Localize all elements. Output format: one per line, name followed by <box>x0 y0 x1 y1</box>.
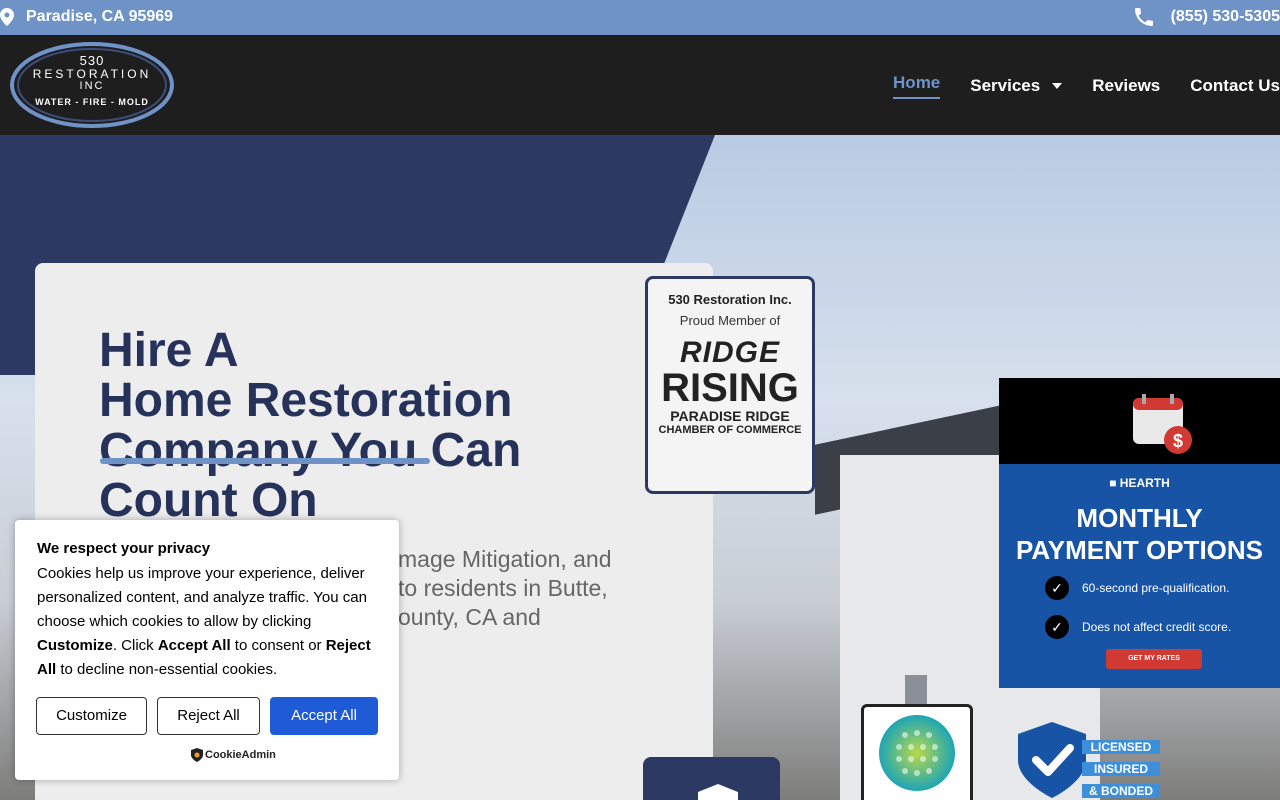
hearth-title-line-1: MONTHLY <box>1076 503 1203 533</box>
globe-icon <box>879 715 955 791</box>
headline-line-2: Home Restoration <box>99 374 513 427</box>
hearth-brand: ■ HEARTH <box>999 476 1280 490</box>
hearth-bullet-2: ✓ Does not affect credit score. <box>1045 615 1231 639</box>
partial-badge-left <box>643 757 780 800</box>
globe-certification-badge <box>861 704 973 800</box>
hearth-title: MONTHLY PAYMENT OPTIONS <box>999 502 1280 566</box>
shield-check-icon <box>1018 722 1086 798</box>
chamber-paradise-ridge: PARADISE RIDGE <box>670 408 790 424</box>
cookie-body: Cookies help us improve your experience,… <box>37 562 387 682</box>
bonded-text: & BONDED <box>1082 784 1160 798</box>
chamber-of-commerce-badge: 530 Restoration Inc. Proud Member of RID… <box>645 276 815 494</box>
map-pin-icon <box>0 8 14 26</box>
chamber-rising: RISING <box>661 366 799 410</box>
cookieadmin-shield-icon <box>191 748 203 762</box>
cookie-body-text: Cookies help us improve your experience,… <box>37 565 367 630</box>
cookie-body-accept: Accept All <box>157 637 231 654</box>
logo-line-2: RESTORATION <box>32 67 152 81</box>
shield-outline-icon <box>698 784 738 800</box>
nav-item-home[interactable]: Home <box>893 73 941 99</box>
nav-services-label: Services <box>970 76 1041 95</box>
cookie-body-text: to consent or <box>230 637 326 654</box>
cookie-body-customize: Customize <box>37 637 113 654</box>
hearth-title-line-2: PAYMENT OPTIONS <box>1015 535 1264 565</box>
cookie-customize-button[interactable]: Customize <box>36 697 147 735</box>
licensed-text: LICENSED <box>1082 740 1160 754</box>
hearth-bullet-1: ✓ 60-second pre-qualification. <box>1045 576 1229 600</box>
hearth-header: $ <box>999 378 1280 464</box>
hearth-bullet-text: Does not affect credit score. <box>1082 620 1232 634</box>
nav-home-label: Home <box>893 73 941 92</box>
headline-line-3: Company You Can <box>99 424 522 477</box>
cookie-reject-button[interactable]: Reject All <box>157 697 260 735</box>
chamber-ridge: RIDGE <box>679 336 780 369</box>
logo-line-1: 530 <box>79 53 105 68</box>
cookieadmin-text: CookieAdmin <box>205 749 276 761</box>
logo-line-4: WATER - FIRE - MOLD <box>35 97 149 107</box>
headline-line-4: Count On <box>99 474 318 527</box>
site-header: 530 RESTORATION INC WATER - FIRE - MOLD … <box>0 35 1280 135</box>
hearth-logo-icon: ■ <box>1109 476 1117 490</box>
hero-headline: Hire A Home Restoration Company You Can … <box>99 326 659 526</box>
subtext-line: mage Mitigation, and <box>398 546 612 572</box>
top-info-bar: Paradise, CA 95969 (855) 530-5305 <box>0 0 1280 35</box>
nav-item-contact[interactable]: Contact Us <box>1190 73 1280 99</box>
cookie-consent-banner: We respect your privacy Cookies help us … <box>15 520 399 780</box>
nav-item-reviews[interactable]: Reviews <box>1092 73 1160 99</box>
licensed-insured-badge: LICENSED INSURED & BONDED <box>1012 720 1162 800</box>
svg-text:$: $ <box>1173 431 1183 451</box>
chevron-down-icon <box>1052 83 1063 89</box>
get-my-rates-button[interactable]: GET MY RATES <box>1106 649 1202 669</box>
nav-reviews-label: Reviews <box>1092 76 1161 95</box>
location-text: Paradise, CA 95969 <box>26 8 174 25</box>
headline-accent-underline <box>100 458 430 464</box>
chamber-of-commerce-text: CHAMBER OF COMMERCE <box>658 424 802 436</box>
logo-line-3: INC <box>79 80 105 92</box>
subtext-line: to residents in Butte, <box>398 575 608 601</box>
checkmark-icon: ✓ <box>1045 615 1069 639</box>
phone-icon <box>1134 8 1153 26</box>
hearth-brand-text: HEARTH <box>1119 476 1170 490</box>
cookie-accept-button[interactable]: Accept All <box>270 697 378 735</box>
nav-contact-label: Contact Us <box>1190 76 1280 95</box>
chamber-member-text: Proud Member of <box>679 313 781 328</box>
phone-link[interactable]: (855) 530-5305 <box>1134 8 1280 26</box>
insured-text: INSURED <box>1082 762 1160 776</box>
main-nav: Home Services Reviews Contact Us <box>863 73 1280 99</box>
hearth-bullet-text: 60-second pre-qualification. <box>1082 581 1230 595</box>
headline-line-1: Hire A <box>99 324 239 377</box>
subtext-line: ounty, CA and <box>398 604 541 630</box>
company-logo[interactable]: 530 RESTORATION INC WATER - FIRE - MOLD <box>9 41 175 129</box>
chamber-company: 530 Restoration Inc. <box>668 292 792 307</box>
location-info: Paradise, CA 95969 <box>0 8 173 26</box>
cookie-title: We respect your privacy <box>37 540 211 557</box>
cookie-body-text: to decline non-essential cookies. <box>56 661 278 678</box>
hero-subtext: mage Mitigation, and to residents in But… <box>398 545 638 632</box>
calendar-dollar-icon: $ <box>1133 394 1192 454</box>
nav-item-services[interactable]: Services <box>970 73 1063 99</box>
checkmark-icon: ✓ <box>1045 576 1069 600</box>
hearth-financing-ad[interactable]: $ ■ HEARTH MONTHLY PAYMENT OPTIONS ✓ 60-… <box>999 378 1280 688</box>
cookie-body-text: . Click <box>112 637 158 654</box>
phone-text: (855) 530-5305 <box>1170 8 1280 25</box>
cookieadmin-branding[interactable]: CookieAdmin <box>191 748 276 762</box>
